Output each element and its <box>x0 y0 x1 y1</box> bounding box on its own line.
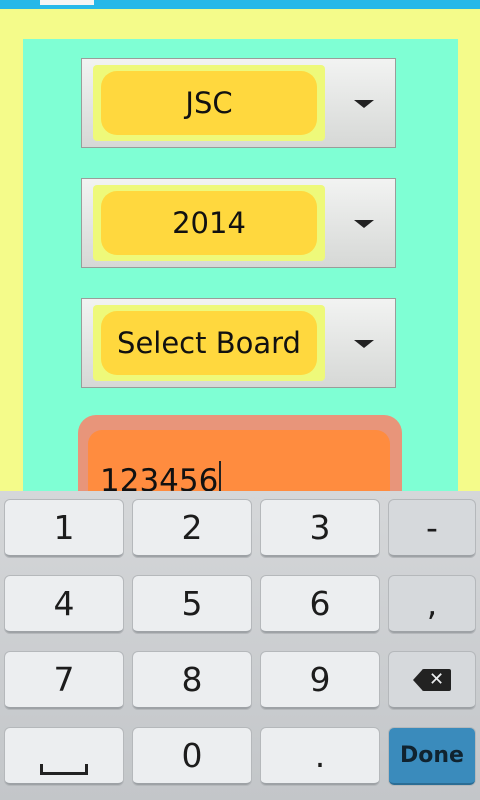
key-2[interactable]: 2 <box>133 500 251 557</box>
key-7[interactable]: 7 <box>5 652 123 709</box>
key-4[interactable]: 4 <box>5 576 123 633</box>
backspace-icon: ✕ <box>413 668 451 691</box>
dropdown-arrow-icon <box>354 340 374 348</box>
done-key[interactable]: Done <box>389 728 475 785</box>
board-spinner-chip: Select Board <box>93 305 325 381</box>
year-spinner[interactable]: 2014 <box>81 178 396 268</box>
exam-spinner-value: JSC <box>101 71 317 135</box>
status-bar-tab <box>40 0 94 5</box>
key-6[interactable]: 6 <box>261 576 379 633</box>
key-5[interactable]: 5 <box>133 576 251 633</box>
exam-spinner[interactable]: JSC <box>81 58 396 148</box>
board-spinner-value: Select Board <box>101 311 317 375</box>
key-8[interactable]: 8 <box>133 652 251 709</box>
key-1[interactable]: 1 <box>5 500 123 557</box>
exam-spinner-chip: JSC <box>93 65 325 141</box>
space-bar-icon <box>40 764 88 775</box>
key-minus[interactable]: - <box>389 500 475 557</box>
dropdown-arrow-icon <box>354 100 374 108</box>
key-comma[interactable]: , <box>389 576 475 633</box>
key-3[interactable]: 3 <box>261 500 379 557</box>
key-period[interactable]: . <box>261 728 379 785</box>
board-spinner[interactable]: Select Board <box>81 298 396 388</box>
backspace-key[interactable]: ✕ <box>389 652 475 709</box>
key-9[interactable]: 9 <box>261 652 379 709</box>
key-0[interactable]: 0 <box>133 728 251 785</box>
dropdown-arrow-icon <box>354 220 374 228</box>
space-key[interactable] <box>5 728 123 785</box>
numeric-keyboard: 1 2 3 - 4 5 6 , 7 8 9 ✕ 0 . Done <box>0 491 480 800</box>
status-bar <box>0 0 480 9</box>
year-spinner-value: 2014 <box>101 191 317 255</box>
year-spinner-chip: 2014 <box>93 185 325 261</box>
